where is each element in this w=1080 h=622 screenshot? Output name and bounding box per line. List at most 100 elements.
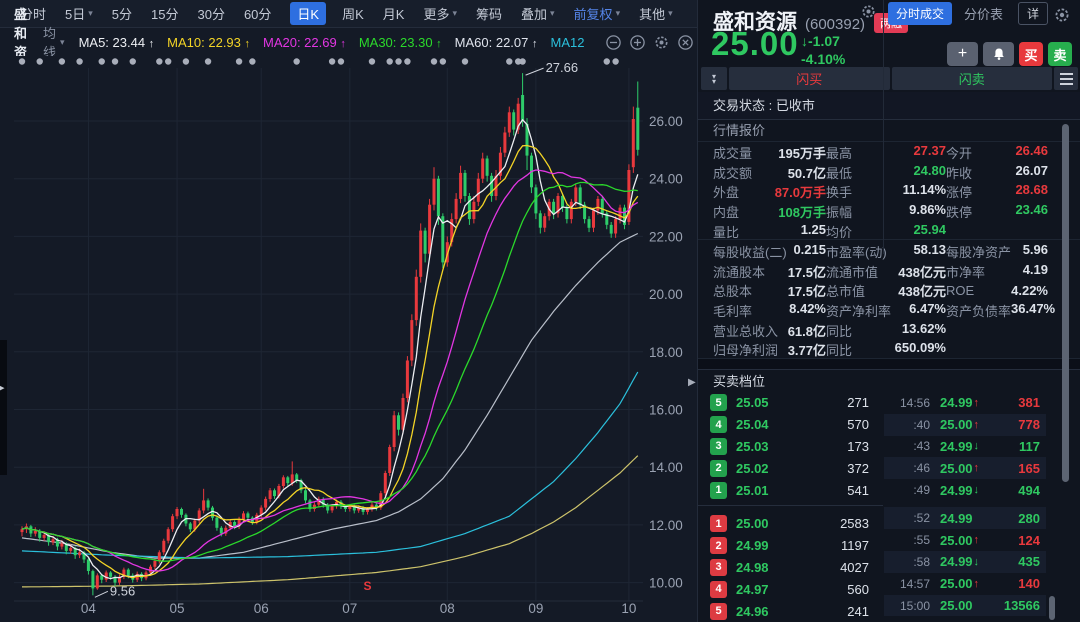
orderbook-gear-icon[interactable] — [861, 4, 876, 24]
tab-price-table[interactable]: 分价表 — [964, 4, 1003, 23]
label: 日K — [297, 4, 319, 23]
tool-叠加[interactable]: 叠加▾ — [521, 4, 555, 23]
ma-legend-item: MA5: 23.44 ↑ — [79, 35, 155, 50]
panel-settings-gear-icon[interactable] — [1054, 7, 1070, 28]
value: 58.13 — [887, 242, 946, 261]
trade-time: :58 — [888, 555, 930, 569]
orderbook-ask-row[interactable]: 125.01541 — [698, 479, 883, 501]
value: 4.22% — [974, 283, 1048, 298]
value: 27.37 — [852, 143, 946, 162]
cell: 均价25.94 — [826, 222, 946, 241]
cell: 流通市值438亿元 — [826, 262, 946, 281]
value: 50.7亿 — [752, 163, 826, 182]
period-tab-日K[interactable]: 日K — [290, 2, 326, 25]
label: 5分 — [112, 4, 132, 23]
tool-筹码[interactable]: 筹码 — [476, 4, 502, 23]
orderbook-ask-row[interactable]: 525.05271 — [698, 392, 883, 414]
trade-row: :5525.00↑124 — [884, 529, 1046, 551]
orderbook-bid-row[interactable]: 324.984027 — [698, 557, 883, 579]
period-tab-60分[interactable]: 60分 — [244, 4, 271, 23]
tab-tick-trades[interactable]: 分时成交 — [888, 2, 952, 25]
label: 流通股本 — [713, 262, 765, 281]
volume: 1197 — [769, 538, 883, 553]
trades-scrollbar-thumb[interactable] — [1049, 596, 1055, 620]
flash-menu-button[interactable] — [1054, 67, 1078, 90]
zoom-out-icon[interactable] — [606, 35, 621, 50]
flash-dropdown-button[interactable]: ▾▾ — [701, 67, 727, 90]
period-tab-5日[interactable]: 5日▾ — [65, 4, 93, 23]
value: 5.96 — [1011, 242, 1048, 261]
fundamental-row: 毛利率8.42%资产净利率6.47%资产负债率36.47% — [713, 301, 1048, 321]
tool-前复权[interactable]: 前复权▾ — [574, 4, 621, 23]
left-panel-expand-icon[interactable]: ▸ — [0, 381, 5, 394]
value: 4.19 — [985, 262, 1048, 281]
label: 同比 — [826, 321, 852, 340]
trade-price: 24.99 — [940, 483, 973, 498]
svg-text:08: 08 — [440, 601, 455, 616]
chart-settings-gear-icon[interactable] — [654, 35, 669, 50]
cell: 最低24.80 — [826, 163, 946, 182]
trade-price: 25.00 — [940, 598, 973, 613]
ma-legend-item: MA20: 22.69 ↑ — [263, 35, 346, 50]
trade-volume: 778 — [979, 417, 1040, 432]
buy-button[interactable]: 买 — [1019, 42, 1043, 66]
trade-time: :49 — [888, 483, 930, 497]
chevron-down-icon: ▾ — [60, 37, 65, 48]
fundamentals-table: 每股收益(二)0.215市盈率(动)58.13每股净资产5.96流通股本17.5… — [698, 239, 1080, 360]
volume: 4027 — [769, 560, 883, 575]
trade-volume: 140 — [979, 576, 1040, 591]
close-icon[interactable] — [678, 35, 693, 50]
orderbook-bid-row[interactable]: 125.002583 — [698, 513, 883, 535]
trade-time: 14:56 — [888, 396, 930, 410]
flash-buy-button[interactable]: 闪买 — [729, 67, 890, 90]
trade-volume: 381 — [979, 395, 1040, 410]
price: 24.99 — [736, 538, 769, 553]
value: 6.47% — [891, 301, 946, 320]
period-tab-30分[interactable]: 30分 — [197, 4, 224, 23]
zoom-in-icon[interactable] — [630, 35, 645, 50]
candlestick-chart[interactable]: 26.0024.0022.0020.0018.0016.0014.0012.00… — [0, 56, 697, 622]
period-tab-周K[interactable]: 周K — [342, 4, 364, 23]
label: 量比 — [713, 222, 739, 241]
svg-text:20.00: 20.00 — [649, 287, 683, 302]
value: 23.46 — [972, 202, 1048, 221]
cell: 每股收益(二)0.215 — [713, 242, 826, 261]
svg-text:16.00: 16.00 — [649, 403, 683, 418]
chart-header-icons — [597, 35, 703, 50]
orderbook-bid-row[interactable]: 224.991197 — [698, 535, 883, 557]
tool-其他[interactable]: 其他▾ — [639, 4, 673, 23]
price: 25.04 — [736, 417, 769, 432]
chevron-down-icon: ▾ — [616, 8, 621, 19]
value: 17.5亿 — [752, 281, 826, 300]
trade-price: 25.00 — [940, 533, 973, 548]
flash-trade-bar: ▾▾ 闪买 闪卖 — [701, 67, 1078, 90]
svg-text:12.00: 12.00 — [649, 518, 683, 533]
orderbook-bid-row[interactable]: 524.96241 — [698, 600, 883, 622]
detail-button[interactable]: 详 — [1018, 2, 1048, 25]
cell: 最高27.37 — [826, 143, 946, 162]
period-tab-月K[interactable]: 月K — [383, 4, 405, 23]
panel-collapse-icon[interactable]: ▶ — [688, 377, 696, 388]
orderbook-bid-row[interactable]: 424.97560 — [698, 578, 883, 600]
period-tab-15分[interactable]: 15分 — [151, 4, 178, 23]
last-price: 25.00 — [711, 25, 799, 63]
orderbook-ask-row[interactable]: 425.04570 — [698, 414, 883, 436]
value: 28.68 — [972, 182, 1048, 201]
orderbook-ask-row[interactable]: 325.03173 — [698, 436, 883, 458]
sell-button[interactable]: 卖 — [1048, 42, 1072, 66]
label: 今开 — [946, 143, 972, 162]
alert-bell-button[interactable] — [983, 42, 1014, 66]
panel-scrollbar-thumb[interactable] — [1062, 124, 1069, 482]
period-toolbar: 分时5日▾5分15分30分60分日K周K月K更多▾筹码叠加▾前复权▾其他▾ — [0, 0, 697, 28]
value: 438亿元 — [865, 281, 946, 300]
orderbook-ask-row[interactable]: 225.02372 — [698, 457, 883, 479]
fundamental-row: 归母净利润3.77亿同比650.09% — [713, 340, 1048, 360]
trade-volume: 280 — [973, 511, 1040, 526]
period-tab-5分[interactable]: 5分 — [112, 4, 132, 23]
period-tab-更多[interactable]: 更多▾ — [423, 4, 457, 23]
flash-sell-button[interactable]: 闪卖 — [892, 67, 1053, 90]
trade-row: 14:5725.00↑140 — [884, 573, 1046, 595]
add-to-watchlist-button[interactable]: + — [947, 42, 978, 66]
level-badge: 4 — [710, 416, 727, 433]
svg-text:05: 05 — [170, 601, 185, 616]
